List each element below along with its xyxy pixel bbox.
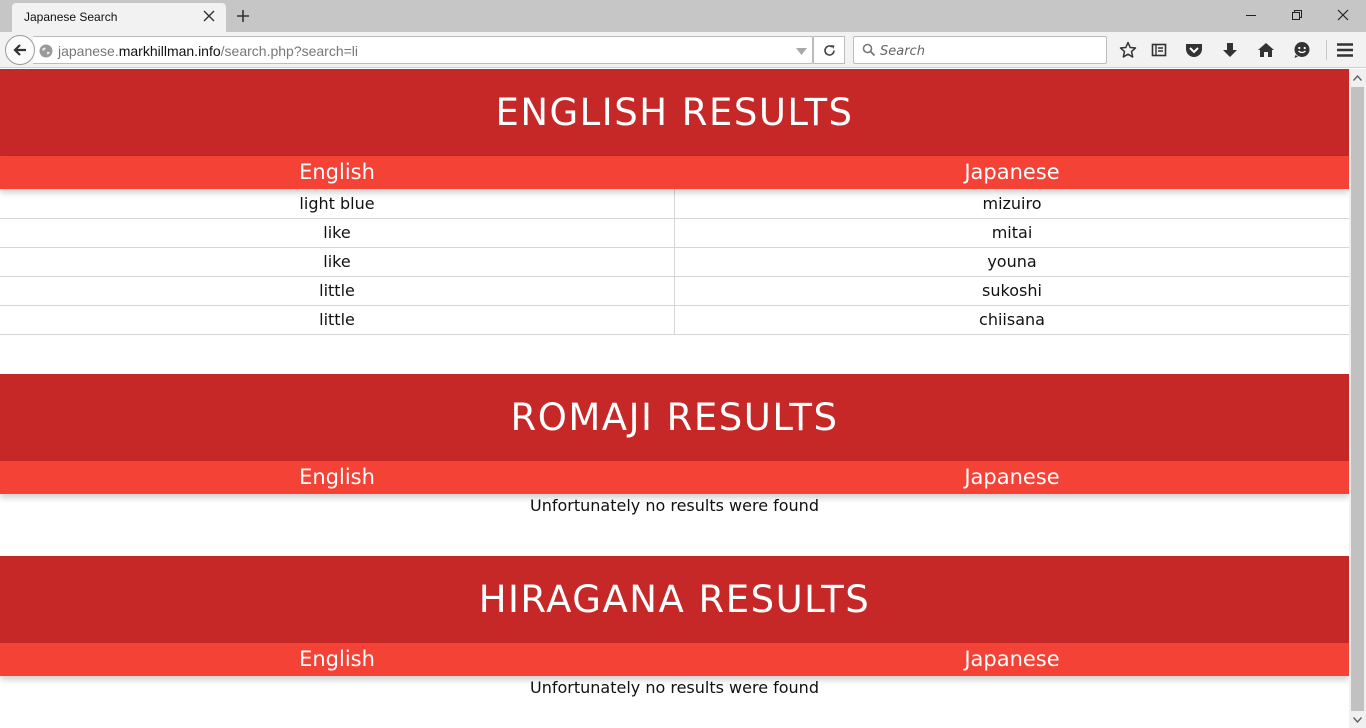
column-english-label: English xyxy=(299,647,375,671)
chat-smiley-icon xyxy=(1294,42,1310,58)
minimize-icon xyxy=(1246,15,1256,16)
column-japanese-label: Japanese xyxy=(964,647,1060,671)
vertical-scrollbar[interactable] xyxy=(1349,69,1366,728)
url-text[interactable]: japanese.markhillman.info/search.php?sea… xyxy=(58,43,358,59)
table-row: little chiisana xyxy=(0,304,1349,335)
restore-icon xyxy=(1292,10,1302,20)
column-japanese-label: Japanese xyxy=(964,160,1060,184)
new-tab-icon[interactable] xyxy=(234,7,252,25)
search-bar[interactable] xyxy=(853,36,1107,64)
scrollbar-thumb[interactable] xyxy=(1351,87,1364,711)
scroll-up-button[interactable] xyxy=(1349,69,1366,86)
hamburger-menu-icon xyxy=(1337,43,1353,57)
page-viewport: ENGLISH RESULTS English Japanese light b… xyxy=(0,69,1349,728)
url-prefix: japanese. xyxy=(58,43,119,59)
hiragana-no-results-message: Unfortunately no results were found xyxy=(530,678,819,697)
pocket-icon xyxy=(1186,44,1202,57)
window-close-button[interactable] xyxy=(1320,0,1366,30)
tab-title: Japanese Search xyxy=(24,10,118,24)
hiragana-results-column-header: English Japanese xyxy=(0,643,1349,676)
navigation-toolbar: japanese.markhillman.info/search.php?sea… xyxy=(0,32,1366,68)
back-button[interactable] xyxy=(5,35,35,65)
scroll-down-arrow-icon xyxy=(1353,716,1362,723)
toolbar-separator xyxy=(1326,40,1327,60)
window-close-icon xyxy=(1337,9,1349,21)
table-row: like mitai xyxy=(0,217,1349,248)
open-menu-button[interactable] xyxy=(1334,39,1356,61)
tab-strip: Japanese Search xyxy=(0,0,1366,32)
table-row: light blue mizuiro xyxy=(0,189,1349,219)
reload-button[interactable] xyxy=(813,36,845,64)
url-path: /search.php?search=li xyxy=(220,43,359,59)
table-row: little sukoshi xyxy=(0,275,1349,306)
reload-icon xyxy=(823,44,835,56)
search-icon xyxy=(862,43,876,57)
english-word-cell: little xyxy=(0,304,675,335)
hello-button[interactable] xyxy=(1291,39,1313,61)
column-japanese-label: Japanese xyxy=(964,465,1060,489)
column-english-label: English xyxy=(299,160,375,184)
japanese-word-cell: youna xyxy=(674,246,1349,277)
english-results-table: light blue mizuiro like mitai like youna… xyxy=(0,189,1349,335)
restore-button[interactable] xyxy=(1274,0,1320,30)
close-tab-icon[interactable] xyxy=(202,9,216,23)
english-results-column-header: English Japanese xyxy=(0,156,1349,189)
english-word-cell: like xyxy=(0,246,675,277)
english-results-heading: ENGLISH RESULTS xyxy=(0,69,1349,156)
home-button[interactable] xyxy=(1255,39,1277,61)
japanese-word-cell: chiisana xyxy=(674,304,1349,335)
japanese-word-cell: sukoshi xyxy=(674,275,1349,306)
romaji-no-results-message: Unfortunately no results were found xyxy=(530,496,819,515)
minimize-button[interactable] xyxy=(1228,0,1274,30)
search-input[interactable] xyxy=(880,41,1100,61)
japanese-word-cell: mizuiro xyxy=(674,189,1349,219)
japanese-word-cell: mitai xyxy=(674,217,1349,248)
dropdown-arrow-icon[interactable] xyxy=(796,48,807,56)
downloads-button[interactable] xyxy=(1219,39,1241,61)
hiragana-results-heading: HIRAGANA RESULTS xyxy=(0,556,1349,643)
scroll-up-arrow-icon xyxy=(1353,74,1362,81)
english-word-cell: like xyxy=(0,217,675,248)
back-arrow-icon xyxy=(13,44,26,56)
scroll-down-button[interactable] xyxy=(1349,711,1366,728)
pocket-button[interactable] xyxy=(1183,39,1205,61)
romaji-results-heading: ROMAJI RESULTS xyxy=(0,374,1349,461)
download-arrow-icon xyxy=(1223,42,1237,57)
bookmark-star-icon xyxy=(1119,41,1137,58)
globe-icon xyxy=(39,44,53,58)
bookmark-star-button[interactable] xyxy=(1117,39,1139,61)
table-row: like youna xyxy=(0,246,1349,277)
english-word-cell: little xyxy=(0,275,675,306)
romaji-results-column-header: English Japanese xyxy=(0,461,1349,494)
home-icon xyxy=(1258,43,1274,57)
column-english-label: English xyxy=(299,465,375,489)
url-host: markhillman.info xyxy=(118,43,221,59)
browser-tab[interactable]: Japanese Search xyxy=(12,3,226,32)
reading-list-icon xyxy=(1151,43,1167,57)
bookmarks-menu-button[interactable] xyxy=(1148,39,1170,61)
address-bar[interactable]: japanese.markhillman.info/search.php?sea… xyxy=(33,36,813,64)
english-word-cell: light blue xyxy=(0,189,675,219)
